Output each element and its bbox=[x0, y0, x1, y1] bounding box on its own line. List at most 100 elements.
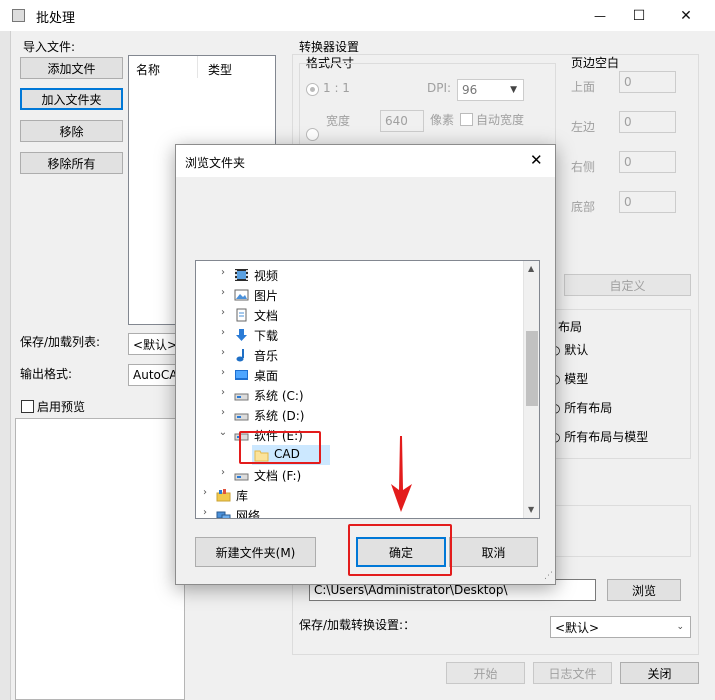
window-title: 批处理 bbox=[36, 11, 76, 26]
drive-icon bbox=[234, 468, 249, 482]
custom-margin-button[interactable]: 自定义 bbox=[564, 274, 691, 296]
tree-item-label: 网络 bbox=[236, 509, 261, 519]
format-size-group bbox=[299, 63, 556, 153]
tree-item-label: 文档 (F:) bbox=[254, 469, 302, 483]
tree-item[interactable]: › 文档 (F:) bbox=[196, 465, 522, 485]
tree-item[interactable]: › 库 bbox=[196, 485, 522, 505]
column-header-name[interactable]: 名称 bbox=[136, 61, 160, 78]
folder-tree-rows: › 视频 › 图片 › 文档 › 下载 › 音乐 › 桌面 › 系统 (C:) › 系统 (D:) ⌄ 软件 (E… bbox=[196, 261, 522, 518]
app-icon bbox=[12, 9, 25, 22]
browse-folder-dialog: 浏览文件夹 ✕ › 视频 › 图片 › 文档 › 下载 › 音乐 › 桌面 › 系统 (C:) › 系统 (D… bbox=[175, 144, 556, 585]
title-bar: 批处理 — ☐ ✕ bbox=[0, 0, 715, 31]
save-load-conversion-combo[interactable]: <默认> ⌄ bbox=[550, 616, 691, 638]
output-format-label: 输出格式: bbox=[20, 367, 73, 381]
import-files-label: 导入文件: bbox=[23, 40, 76, 54]
margin-left-input[interactable]: 0 bbox=[619, 111, 676, 133]
add-file-button[interactable]: 添加文件 bbox=[20, 57, 123, 79]
chevron-down-icon[interactable]: ⌄ bbox=[218, 427, 228, 438]
browse-button[interactable]: 浏览 bbox=[607, 579, 681, 601]
background-window-edge bbox=[0, 31, 11, 700]
enable-preview-label: 启用预览 bbox=[37, 400, 86, 414]
width-label: 宽度 bbox=[326, 114, 351, 128]
tree-item[interactable]: › 系统 (D:) bbox=[196, 405, 522, 425]
custom-size-radio[interactable] bbox=[306, 128, 319, 141]
width-input[interactable]: 640 bbox=[380, 110, 424, 132]
scroll-down-arrow-icon[interactable]: ▼ bbox=[528, 505, 534, 514]
tree-item[interactable]: › 系统 (C:) bbox=[196, 385, 522, 405]
start-button[interactable]: 开始 bbox=[446, 662, 525, 684]
tree-item[interactable]: › 下载 bbox=[196, 325, 522, 345]
layout-option-all-layouts-model-label: 所有布局与模型 bbox=[564, 430, 649, 444]
maximize-button[interactable]: ☐ bbox=[616, 0, 662, 31]
chevron-right-icon[interactable]: › bbox=[218, 387, 228, 398]
tree-item[interactable]: › 网络 bbox=[196, 505, 522, 519]
column-divider bbox=[197, 56, 198, 78]
layout-option-model-label: 模型 bbox=[564, 372, 589, 386]
chevron-right-icon[interactable]: › bbox=[200, 487, 210, 498]
dpi-combo[interactable]: 96 ▼ bbox=[457, 79, 524, 101]
chevron-right-icon[interactable]: › bbox=[218, 287, 228, 298]
margin-bottom-label: 底部 bbox=[571, 200, 596, 214]
margin-right-label: 右侧 bbox=[571, 160, 596, 174]
scroll-up-arrow-icon[interactable]: ▲ bbox=[528, 264, 534, 273]
chevron-right-icon[interactable]: › bbox=[218, 467, 228, 478]
tree-item[interactable]: › 视频 bbox=[196, 265, 522, 285]
download-folder-icon bbox=[234, 328, 249, 342]
pictures-folder-icon bbox=[234, 288, 249, 302]
cancel-button[interactable]: 取消 bbox=[449, 537, 538, 567]
resize-grip-icon[interactable]: ⋰ bbox=[544, 571, 553, 581]
chevron-right-icon[interactable]: › bbox=[218, 327, 228, 338]
annotation-box-cad bbox=[239, 431, 321, 464]
chevron-right-icon[interactable]: › bbox=[218, 307, 228, 318]
save-load-conversion-value: <默认> bbox=[555, 620, 600, 635]
tree-item-label: 系统 (C:) bbox=[254, 389, 304, 403]
network-icon bbox=[216, 508, 231, 518]
auto-width-label: 自动宽度 bbox=[476, 113, 525, 127]
tree-item[interactable]: › 图片 bbox=[196, 285, 522, 305]
chevron-down-icon: ⌄ bbox=[676, 622, 684, 632]
folder-tree[interactable]: › 视频 › 图片 › 文档 › 下载 › 音乐 › 桌面 › 系统 (C:) › 系统 (D:) ⌄ 软件 (E… bbox=[195, 260, 540, 519]
enable-preview-checkbox[interactable] bbox=[21, 400, 34, 413]
tree-item-label: 下载 bbox=[254, 329, 279, 343]
margin-top-label: 上面 bbox=[571, 80, 596, 94]
chevron-right-icon[interactable]: › bbox=[218, 367, 228, 378]
desktop-folder-icon bbox=[234, 368, 249, 382]
tree-item-label: 桌面 bbox=[254, 369, 279, 383]
tree-item[interactable]: › 桌面 bbox=[196, 365, 522, 385]
close-button[interactable]: 关闭 bbox=[620, 662, 699, 684]
drive-icon bbox=[234, 408, 249, 422]
tree-item-label: 库 bbox=[236, 489, 249, 503]
margin-bottom-input[interactable]: 0 bbox=[619, 191, 676, 213]
layout-option-all-layouts[interactable]: ○ 所有布局 bbox=[550, 399, 612, 416]
remove-button[interactable]: 移除 bbox=[20, 120, 123, 142]
save-load-list-label: 保存/加载列表: bbox=[20, 335, 101, 349]
new-folder-button[interactable]: 新建文件夹(M) bbox=[195, 537, 316, 567]
tree-scrollbar[interactable]: ▲ ▼ bbox=[523, 261, 539, 518]
close-window-button[interactable]: ✕ bbox=[663, 0, 709, 31]
dialog-title: 浏览文件夹 bbox=[185, 156, 246, 170]
layout-label: 布局 bbox=[556, 318, 585, 335]
margin-right-input[interactable]: 0 bbox=[619, 151, 676, 173]
add-folder-button[interactable]: 加入文件夹 bbox=[20, 88, 123, 110]
ratio-label: 1 : 1 bbox=[323, 81, 350, 95]
chevron-right-icon[interactable]: › bbox=[200, 507, 210, 518]
auto-width-checkbox[interactable] bbox=[460, 113, 473, 126]
ratio-radio[interactable] bbox=[306, 83, 319, 96]
margin-top-input[interactable]: 0 bbox=[619, 71, 676, 93]
log-file-button[interactable]: 日志文件 bbox=[533, 662, 612, 684]
chevron-right-icon[interactable]: › bbox=[218, 407, 228, 418]
library-icon bbox=[216, 488, 231, 502]
chevron-right-icon[interactable]: › bbox=[218, 347, 228, 358]
layout-option-all-layouts-model[interactable]: ○ 所有布局与模型 bbox=[550, 428, 648, 445]
margins-label: 页边空白 bbox=[571, 56, 620, 70]
drive-icon bbox=[234, 388, 249, 402]
remove-all-button[interactable]: 移除所有 bbox=[20, 152, 123, 174]
tree-item-label: 图片 bbox=[254, 289, 279, 303]
tree-item[interactable]: › 音乐 bbox=[196, 345, 522, 365]
preview-area bbox=[15, 418, 185, 700]
column-header-type[interactable]: 类型 bbox=[208, 61, 232, 78]
chevron-right-icon[interactable]: › bbox=[218, 267, 228, 278]
dialog-close-icon[interactable]: ✕ bbox=[530, 151, 543, 169]
scrollbar-thumb[interactable] bbox=[526, 331, 538, 406]
tree-item[interactable]: › 文档 bbox=[196, 305, 522, 325]
